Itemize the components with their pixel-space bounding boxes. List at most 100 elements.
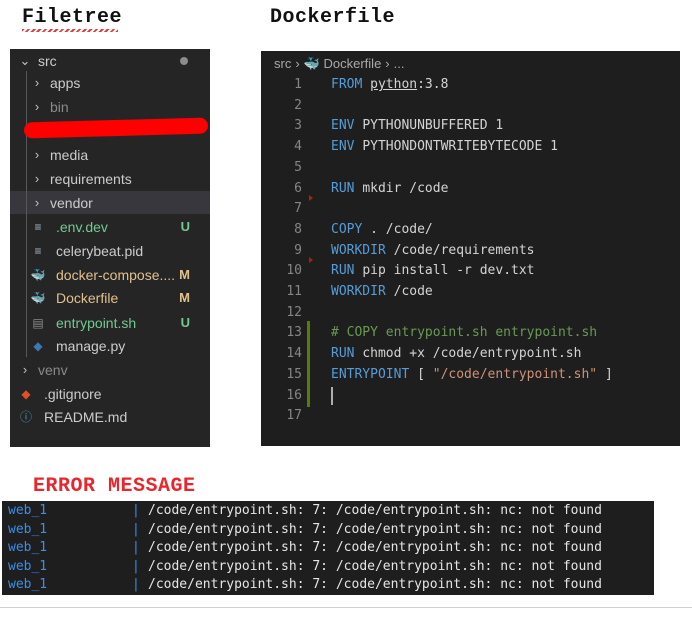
code-token: :3.8 xyxy=(417,77,449,92)
tree-item-label: entrypoint.sh xyxy=(56,314,137,331)
tree-item[interactable]: ▤ entrypoint.sh U xyxy=(10,311,210,334)
tree-item-label: apps xyxy=(50,74,81,91)
code-line[interactable]: 9 WORKDIR /code/requirements xyxy=(261,241,680,261)
code-token: pip install -r dev.txt xyxy=(362,263,535,279)
line-number: 14 xyxy=(286,346,302,362)
tree-item-label: src xyxy=(38,52,57,69)
tree-item[interactable]: ≡ celerybeat.pid xyxy=(10,239,210,262)
separator: | xyxy=(132,540,140,555)
terminal-line: web_1 | /code/entrypoint.sh: 7: /code/entr… xyxy=(2,576,654,594)
code-line[interactable]: 10 RUN pip install -r dev.txt xyxy=(261,261,680,281)
code-text: ENV PYTHONDONTWRITEBYTECODE 1 xyxy=(331,137,558,157)
line-number: 1 xyxy=(294,77,302,92)
chevron-right-icon[interactable]: › xyxy=(30,147,44,162)
divider xyxy=(0,607,692,608)
code-line[interactable]: 12 xyxy=(261,303,680,323)
tree-item[interactable]: ◆ .gitignore xyxy=(10,382,210,405)
tree-item[interactable]: ≡ .env.dev U xyxy=(10,215,210,238)
code-line[interactable]: 4 ENV PYTHONDONTWRITEBYTECODE 1 xyxy=(261,137,680,157)
tree-item-label: .gitignore xyxy=(44,385,102,402)
code-line[interactable]: 1 FROM python:3.8 xyxy=(261,75,680,95)
chevron-right-icon[interactable]: › xyxy=(30,171,44,186)
line-number: 17 xyxy=(286,408,302,424)
tree-item-label: Dockerfile xyxy=(56,289,119,306)
git-status-badge: U xyxy=(180,315,190,330)
tree-item[interactable]: › vendor xyxy=(10,191,210,214)
code-text: FROM python:3.8 xyxy=(331,75,448,95)
tree-item[interactable]: ⌄ src xyxy=(10,49,210,72)
line-number: 7 xyxy=(294,201,302,217)
tree-item[interactable]: ◆ manage.py xyxy=(10,334,210,357)
code-token: [ xyxy=(417,366,433,382)
dockerfile-heading: Dockerfile xyxy=(270,6,396,29)
code-token: . /code/ xyxy=(370,221,433,237)
code-token: python xyxy=(370,77,418,92)
breadcrumb-folder[interactable]: src xyxy=(274,56,291,71)
tree-item[interactable]: › bin xyxy=(10,95,210,118)
line-number: 3 xyxy=(294,118,302,134)
service-name: web_1 xyxy=(8,503,48,518)
tree-item[interactable]: › venv xyxy=(10,358,210,381)
code-token: ENV xyxy=(331,139,363,155)
terminal-line: web_1 | /code/entrypoint.sh: 7: /code/entr… xyxy=(2,539,654,557)
filetree-heading: Filetree xyxy=(22,6,123,29)
tree-item[interactable]: › media xyxy=(10,143,210,166)
chevron-right-icon[interactable]: › xyxy=(30,75,44,90)
error-heading: ERROR MESSAGE xyxy=(33,475,196,498)
code-token: RUN xyxy=(331,263,363,279)
chevron-right-icon: › xyxy=(295,56,300,71)
tree-item[interactable]: ⓘ README.md xyxy=(10,405,210,428)
tree-item[interactable]: 🐳 docker-compose.... M xyxy=(10,263,210,286)
line-number: 12 xyxy=(286,304,302,320)
tree-item[interactable]: 🐳 Dockerfile M xyxy=(10,286,210,309)
code-line[interactable]: 2 xyxy=(261,96,680,116)
code-token: /code xyxy=(393,284,433,299)
code-editor[interactable]: src › 🐳 Dockerfile ›... 1 FROM python:3.8 2 3 E… xyxy=(261,51,680,446)
terminal-line: web_1 | /code/entrypoint.sh: 7: /code/entr… xyxy=(2,558,654,576)
separator: | xyxy=(132,558,140,574)
code-text: ENV PYTHONUNBUFFERED 1 xyxy=(331,116,503,136)
service-name: web_1 xyxy=(8,577,48,592)
tree-item[interactable]: › requirements xyxy=(10,167,210,190)
code-line[interactable]: 5 xyxy=(261,158,680,178)
line-number: 15 xyxy=(286,366,302,382)
code-line[interactable]: 6 RUN mkdir /code xyxy=(261,179,680,199)
code-token: WORKDIR xyxy=(331,242,394,258)
code-line[interactable]: 17 xyxy=(261,406,680,426)
code-text: ENTRYPOINT [ "/code/entrypoint.sh" ] xyxy=(331,365,613,385)
info-icon: ⓘ xyxy=(19,410,32,424)
service-name: web_1 xyxy=(8,521,48,537)
line-number: 13 xyxy=(286,325,302,341)
code-line[interactable]: 15 ENTRYPOINT [ "/code/entrypoint.sh" ] xyxy=(261,365,680,385)
docker-icon: 🐳 xyxy=(303,56,320,71)
tree-item-label: media xyxy=(50,146,89,163)
code-token: WORKDIR xyxy=(331,284,394,299)
chevron-right-icon: › xyxy=(385,56,390,71)
breadcrumb-file[interactable]: Dockerfile xyxy=(324,56,382,71)
code-line[interactable]: 13 # COPY entrypoint.sh entrypoint.sh xyxy=(261,323,680,343)
indent-guide xyxy=(26,71,27,357)
separator: | xyxy=(132,503,140,518)
code-token: RUN xyxy=(331,346,363,362)
chevron-right-icon[interactable]: › xyxy=(30,195,44,210)
breadcrumb-more[interactable]: ... xyxy=(394,56,405,71)
code-line[interactable]: 11 WORKDIR /code xyxy=(261,282,680,302)
tree-item-label: celerybeat.pid xyxy=(56,242,144,259)
docker-icon: 🐳 xyxy=(30,290,46,305)
code-text: COPY . /code/ xyxy=(331,220,433,240)
tree-item[interactable]: › apps xyxy=(10,71,210,94)
code-token: # COPY entrypoint.sh entrypoint.sh xyxy=(331,325,598,341)
chevron-right-icon[interactable]: › xyxy=(30,99,44,114)
shell-script-icon: ▤ xyxy=(32,315,44,330)
code-line[interactable]: 16 xyxy=(261,386,680,406)
code-token: RUN xyxy=(331,180,363,196)
code-line[interactable]: 7 xyxy=(261,199,680,219)
chevron-down-icon[interactable]: ⌄ xyxy=(18,53,32,69)
code-line[interactable]: 3 ENV PYTHONUNBUFFERED 1 xyxy=(261,116,680,136)
chevron-right-icon[interactable]: › xyxy=(18,362,32,377)
code-token: PYTHONUNBUFFERED 1 xyxy=(362,118,504,134)
code-text: RUN mkdir /code xyxy=(331,179,448,199)
tree-item-label: README.md xyxy=(44,408,128,425)
code-line[interactable]: 14 RUN chmod +x /code/entrypoint.sh xyxy=(261,344,680,364)
code-line[interactable]: 8 COPY . /code/ xyxy=(261,220,680,240)
